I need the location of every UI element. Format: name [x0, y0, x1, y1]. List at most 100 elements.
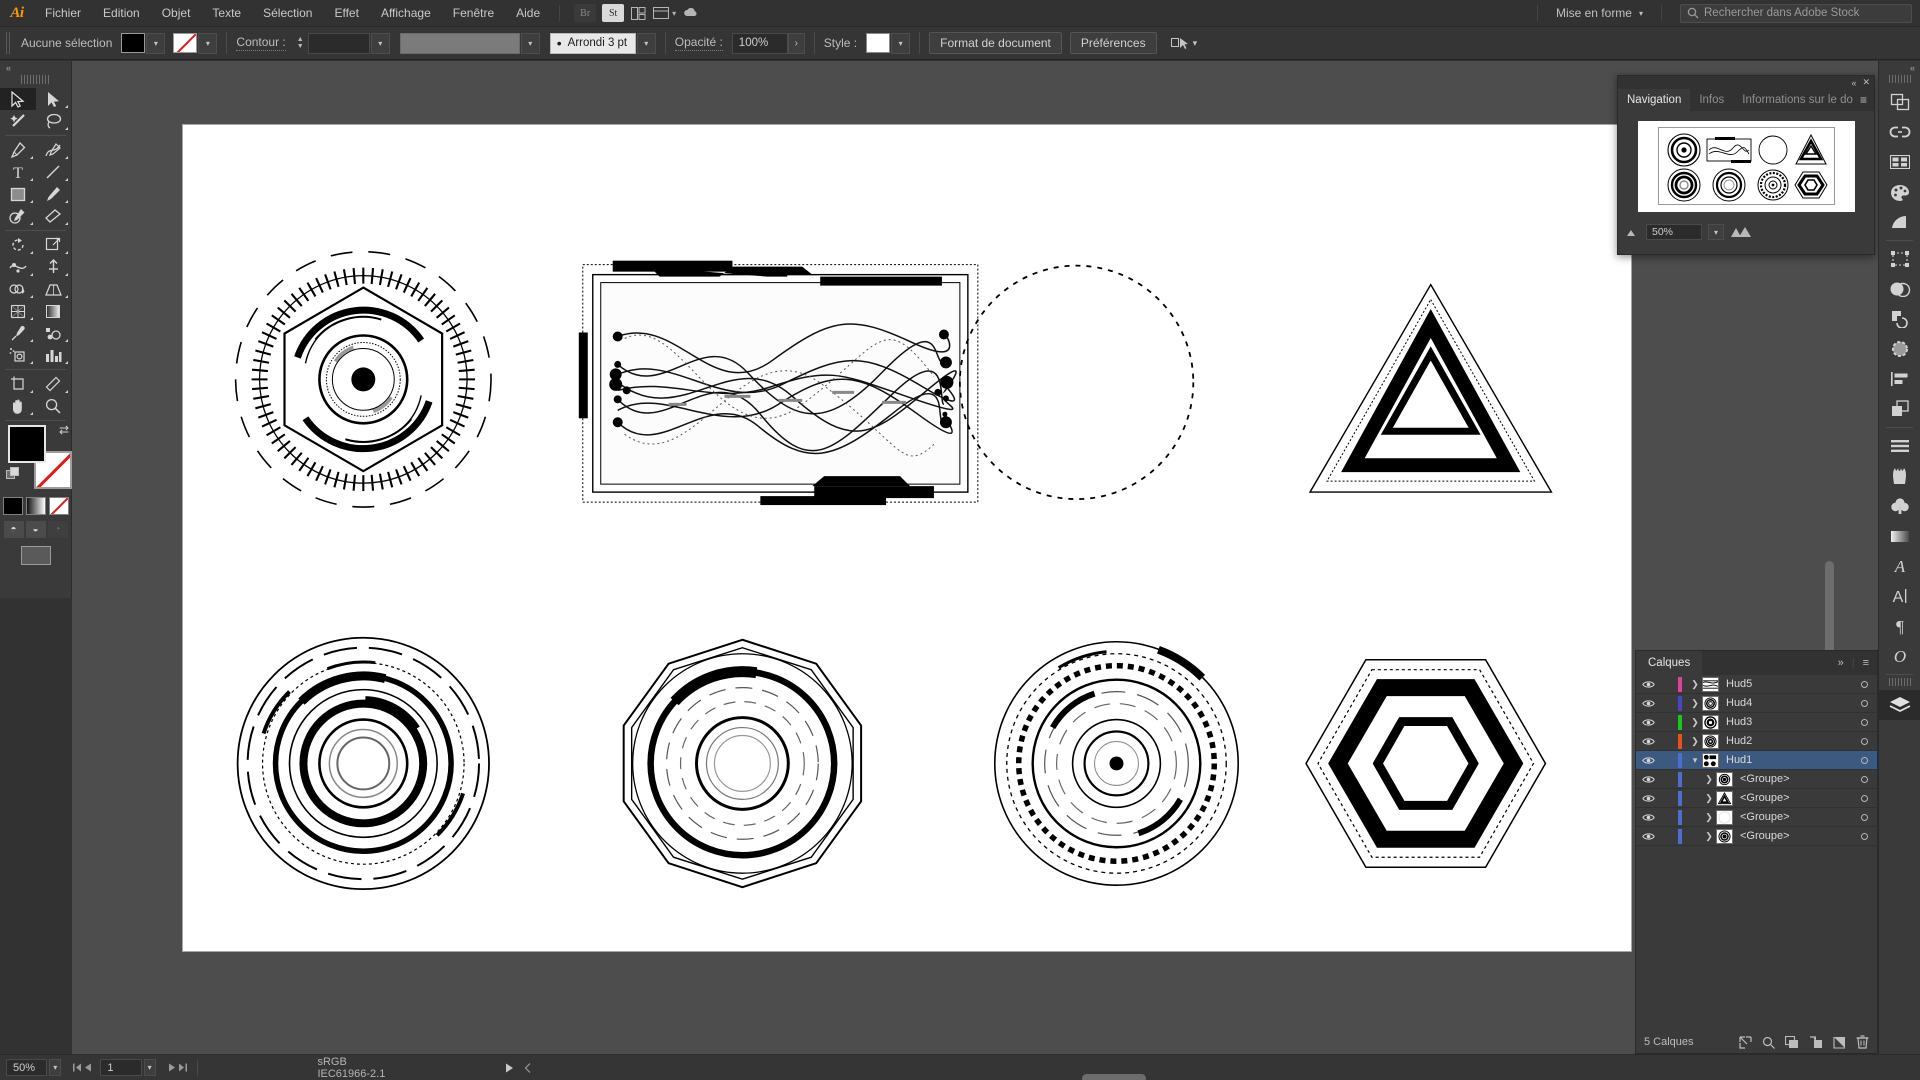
fill-swatch-dropdown[interactable]: ▾ — [146, 32, 166, 54]
layer-expand-arrow[interactable]: ❯ — [1702, 774, 1716, 785]
menu-texte[interactable]: Texte — [201, 0, 252, 27]
free-transform-tool[interactable] — [36, 256, 72, 278]
stock-badge[interactable]: St — [602, 4, 625, 22]
artboard-tool[interactable] — [0, 373, 36, 395]
navigator-thumbnail-area[interactable] — [1618, 111, 1874, 221]
stroke-weight-stepper[interactable]: ▲ ▼ — [295, 36, 306, 50]
transparency-icon[interactable] — [1879, 274, 1920, 304]
layer-expand-arrow[interactable]: ▾ — [1688, 755, 1702, 766]
screen-mode-icon[interactable]: ▾ — [653, 7, 676, 19]
symbols-icon[interactable] — [1879, 491, 1920, 521]
dock-grip[interactable] — [1888, 75, 1911, 83]
tab-calques[interactable]: Calques — [1636, 651, 1703, 675]
image-trace-icon[interactable] — [1879, 304, 1920, 334]
menu-fenetre[interactable]: Fenêtre — [442, 0, 505, 27]
character-icon[interactable]: A — [1879, 581, 1920, 611]
horizontal-scrollbar[interactable] — [1081, 1073, 1146, 1080]
opacity-options-button[interactable]: › — [787, 32, 805, 54]
artboard[interactable] — [182, 124, 1632, 952]
appearance-icon[interactable] — [1879, 394, 1920, 424]
swap-fill-stroke-icon[interactable]: ⇄ — [59, 423, 69, 437]
layer-row[interactable]: ❯ Hud2 — [1636, 732, 1877, 751]
layer-expand-arrow[interactable]: ❯ — [1702, 793, 1716, 804]
layer-expand-arrow[interactable]: ❯ — [1688, 717, 1702, 728]
graphic-style-swatch[interactable] — [866, 33, 891, 53]
paintbrush-tool[interactable] — [36, 183, 72, 205]
none-button[interactable] — [48, 497, 69, 515]
tools-collapse-button[interactable]: « — [0, 61, 71, 75]
pen-tool[interactable] — [0, 139, 36, 161]
layer-target-icon[interactable] — [1851, 794, 1877, 802]
menu-objet[interactable]: Objet — [151, 0, 202, 27]
variable-width-profile-input[interactable] — [399, 32, 520, 54]
eyedropper-tool[interactable] — [0, 322, 36, 344]
stroke-icon[interactable] — [1879, 334, 1920, 364]
artboards-icon[interactable] — [1879, 147, 1920, 177]
tools-panel-grip[interactable] — [20, 75, 51, 84]
layer-row[interactable]: ❯ Hud5 — [1636, 675, 1877, 694]
layer-name[interactable]: <Groupe> — [1740, 773, 1851, 785]
column-graph-tool[interactable] — [36, 344, 72, 366]
layers-dock-grip[interactable] — [1888, 678, 1911, 686]
color-button[interactable] — [2, 497, 23, 515]
menu-edition[interactable]: Edition — [92, 0, 151, 27]
layer-row[interactable]: ❯ <Groupe> — [1636, 808, 1877, 827]
layer-expand-arrow[interactable]: ❯ — [1702, 831, 1716, 842]
symbol-sprayer-tool[interactable] — [0, 344, 36, 366]
menu-selection[interactable]: Sélection — [252, 0, 323, 27]
new-sublayer-icon[interactable] — [1785, 1035, 1799, 1049]
close-icon[interactable]: ✕ — [1862, 77, 1870, 88]
line-segment-tool[interactable] — [36, 161, 72, 183]
navigator-titlebar[interactable]: « ✕ — [1618, 76, 1874, 89]
color-guide-icon[interactable] — [1879, 207, 1920, 237]
navigator-view-box[interactable] — [1657, 127, 1835, 205]
delete-icon[interactable] — [1856, 1035, 1869, 1049]
blend-tool[interactable] — [36, 322, 72, 344]
layer-row[interactable]: ❯ <Groupe> — [1636, 770, 1877, 789]
canvas-area[interactable] — [72, 61, 1878, 1054]
layer-name[interactable]: Hud5 — [1726, 678, 1851, 690]
gradient-icon[interactable] — [1879, 521, 1920, 551]
search-icon[interactable] — [1762, 1036, 1775, 1049]
tab-document-info[interactable]: Informations sur le do — [1733, 89, 1853, 111]
layer-target-icon[interactable] — [1851, 813, 1877, 821]
zoom-in-icon[interactable] — [1730, 226, 1752, 238]
menu-affichage[interactable]: Affichage — [370, 0, 442, 27]
layer-target-icon[interactable] — [1851, 680, 1877, 688]
layer-visibility-icon[interactable] — [1636, 832, 1660, 841]
variable-width-profile-dropdown[interactable]: ▾ — [520, 32, 540, 54]
selection-tool[interactable] — [0, 88, 36, 110]
layers-icon[interactable] — [1879, 690, 1920, 720]
color-icon[interactable] — [1879, 177, 1920, 207]
panel-menu-icon[interactable]: ≡ — [1863, 657, 1869, 669]
brush-definition-input[interactable]: • Arrondi 3 pt — [549, 32, 636, 54]
status-prev-icon[interactable] — [524, 1062, 532, 1073]
panel-menu-icon[interactable]: ≡ — [1853, 89, 1874, 111]
curvature-tool[interactable] — [36, 139, 72, 161]
stroke-weight-dropdown[interactable]: ▾ — [370, 32, 390, 54]
artboard-nav-last[interactable] — [178, 1063, 187, 1072]
swatches-icon[interactable] — [1879, 431, 1920, 461]
opacity-input[interactable]: 100% — [731, 32, 788, 54]
layer-target-icon[interactable] — [1851, 756, 1877, 764]
tab-infos[interactable]: Infos — [1690, 89, 1733, 111]
zoom-tool[interactable] — [36, 395, 72, 417]
stroke-swatch-dropdown[interactable]: ▾ — [198, 32, 218, 54]
layer-row[interactable]: ❯ Hud4 — [1636, 694, 1877, 713]
cloud-sync-icon[interactable] — [683, 7, 699, 19]
layer-target-icon[interactable] — [1851, 832, 1877, 840]
layer-visibility-icon[interactable] — [1636, 813, 1660, 822]
scale-tool[interactable] — [36, 234, 72, 256]
hand-tool[interactable] — [0, 395, 36, 417]
direct-selection-tool[interactable] — [36, 88, 72, 110]
arrange-documents-icon[interactable] — [631, 6, 646, 20]
layer-expand-arrow[interactable]: ❯ — [1688, 679, 1702, 690]
draw-inside-icon[interactable]: ◔ — [47, 521, 68, 538]
draw-behind-icon[interactable]: ◒ — [25, 521, 46, 538]
brushes-icon[interactable] — [1879, 461, 1920, 491]
layer-name[interactable]: Hud2 — [1726, 735, 1851, 747]
graphic-styles-icon[interactable]: A — [1879, 551, 1920, 581]
mesh-tool[interactable] — [0, 300, 36, 322]
layer-target-icon[interactable] — [1851, 699, 1877, 707]
status-play-icon[interactable] — [505, 1063, 514, 1073]
